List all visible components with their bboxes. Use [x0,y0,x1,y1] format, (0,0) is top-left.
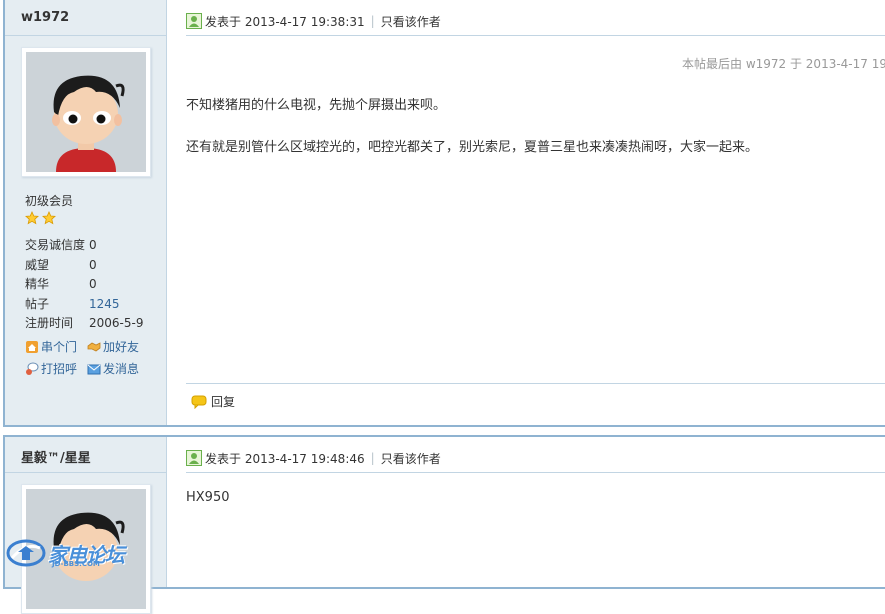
avatar-image [26,52,146,172]
handshake-icon [87,342,101,352]
add-friend-label: 加好友 [103,340,140,354]
post-1: w1972 初级会员 交易诚信度 0 威望 0 精华 0 帖子 1245 注册时… [3,0,885,427]
add-friend-button[interactable]: 加好友 [87,336,139,358]
stat-posts-link[interactable]: 1245 [89,295,120,315]
greet-label: 打招呼 [41,362,78,376]
visit-button[interactable]: 串个门 [25,336,77,358]
online-status-icon [186,13,202,29]
user-rank: 初级会员 [25,194,74,208]
message-label: 发消息 [103,362,140,376]
stat-label: 帖子 [25,296,50,311]
post-header: 发表于 2013-4-17 19:48:46 | 只看该作者 [186,447,885,469]
visit-label: 串个门 [41,340,78,354]
watermark-subtext: JD-BBS.COM [52,560,100,568]
chat-bubble-icon [26,362,39,375]
stat-label: 威望 [25,257,50,272]
online-status-icon [186,450,202,466]
reply-button[interactable]: 回复 [191,393,235,410]
greet-button[interactable]: 打招呼 [25,358,77,380]
stat-posts: 帖子 1245 [25,295,143,315]
post-paragraph: HX950 [186,490,230,505]
message-button[interactable]: 发消息 [87,358,139,380]
stat-value: 0 [89,257,97,272]
stat-label: 交易诚信度 [25,238,86,252]
rank-stars [25,211,57,228]
stat-value: 0 [89,277,97,291]
avatar[interactable] [21,47,151,177]
stat-value: 0 [89,238,97,252]
reply-label: 回复 [211,395,236,409]
divider [5,472,166,473]
divider [186,35,885,36]
stat-value: 2006-5-9 [89,316,144,330]
site-watermark: 家电论坛 JD-BBS.COM [6,538,125,568]
stat-label: 注册时间 [25,316,74,330]
post-2: 星毅™/星星 发表于 2013-4-17 19:48:46 | 只看该作者 HX… [3,435,885,614]
post-paragraph: 不知楼猪用的什么电视，先抛个屏摄出来呗。 [186,98,447,113]
post-content: 发表于 2013-4-17 19:38:31 | 只看该作者 本帖最后由 w19… [186,0,885,425]
stat-label: 精华 [25,277,50,291]
post-time: 发表于 2013-4-17 19:38:31 [205,14,365,29]
post-content: 发表于 2013-4-17 19:48:46 | 只看该作者 HX950 [186,437,885,587]
post-time: 发表于 2013-4-17 19:48:46 [205,451,365,466]
post-paragraph: 还有就是别管什么区域控光的，吧控光都关了，别光索尼，夏普三星也来凑凑热闹呀，大家… [186,140,759,155]
user-actions: 串个门 加好友 打招呼 发消息 [25,336,139,380]
divider: | [370,451,375,465]
stat-register: 注册时间 2006-5-9 [25,314,143,334]
divider [186,383,885,384]
divider [186,472,885,473]
envelope-icon [87,364,101,375]
stat-digest: 精华 0 [25,275,143,295]
reply-icon [191,395,207,409]
author-only-link[interactable]: 只看该作者 [381,450,441,467]
divider: | [370,14,375,28]
author-only-link[interactable]: 只看该作者 [381,13,441,30]
user-stats: 交易诚信度 0 威望 0 精华 0 帖子 1245 注册时间 2006-5-9 [25,236,143,334]
post-header: 发表于 2013-4-17 19:38:31 | 只看该作者 [186,10,885,32]
stat-prestige: 威望 0 [25,256,143,276]
author-username[interactable]: 星毅™/星星 [21,447,91,466]
logo-icon [6,539,46,567]
edit-note: 本帖最后由 w1972 于 2013-4-17 19 [682,57,885,71]
star-icon [25,211,56,225]
author-sidebar: w1972 初级会员 交易诚信度 0 威望 0 精华 0 帖子 1245 注册时… [5,0,167,425]
divider [5,35,166,36]
author-username[interactable]: w1972 [21,10,69,25]
stat-credit: 交易诚信度 0 [25,236,143,256]
home-icon [26,341,38,353]
